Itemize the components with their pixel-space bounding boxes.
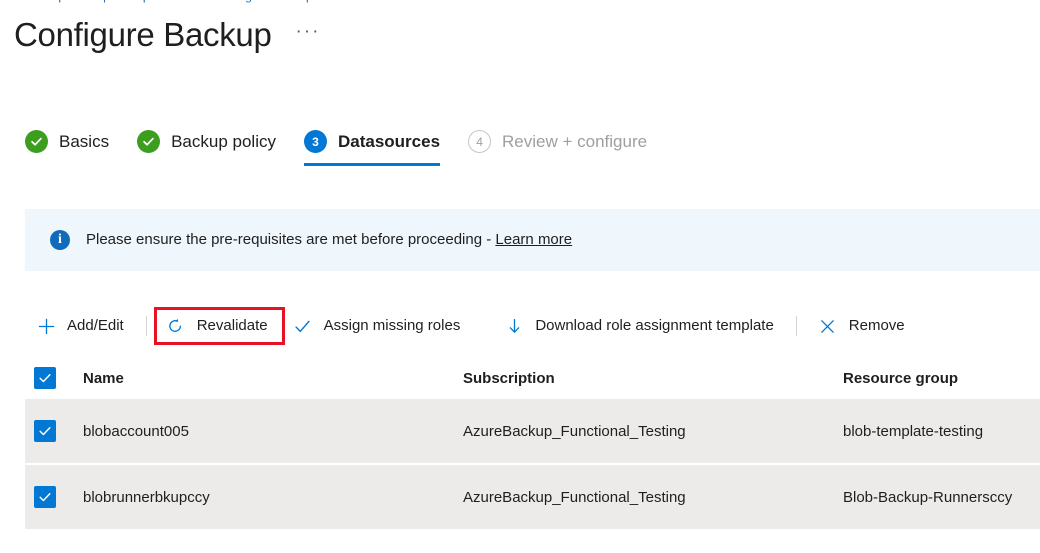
command-label: Remove [849,316,905,336]
info-banner: i Please ensure the pre-requisites are m… [25,209,1040,271]
tab-label: Backup policy [171,131,276,153]
info-banner-text: Please ensure the pre-requisites are met… [86,230,572,250]
plus-icon [37,317,55,335]
toolbar-separator [146,316,147,336]
cell-subscription: AzureBackup_Functional_Testing [463,489,843,506]
select-all-checkbox[interactable] [34,367,56,389]
download-role-assignment-template-button[interactable]: Download role assignment template [493,308,785,344]
info-icon: i [50,230,70,250]
revalidate-button[interactable]: Revalidate [157,310,282,342]
command-label: Revalidate [197,316,268,336]
tab-basics[interactable]: Basics [25,130,123,166]
command-label: Add/Edit [67,316,124,336]
download-arrow-icon [505,317,523,335]
command-toolbar: Add/Edit Revalidate Assign missing roles… [25,305,1040,347]
tab-review-configure[interactable]: 4 Review + configure [454,130,661,166]
page-header: Configure Backup ··· [14,14,325,56]
active-tab-underline [304,163,440,166]
cell-name: blobrunnerbkupccy [83,489,463,506]
datasources-table: Name Subscription Resource group blobacc… [25,357,1040,553]
add-edit-button[interactable]: Add/Edit [25,308,136,344]
cell-subscription: AzureBackup_Functional_Testing [463,423,843,440]
table-row[interactable]: blobaccount005 AzureBackup_Functional_Te… [25,399,1040,465]
refresh-icon [167,317,185,335]
breadcrumb[interactable]: Backup vaults | Backup instances > Confi… [25,0,625,3]
page-title: Configure Backup [14,14,272,56]
row-select-cell [25,420,83,442]
command-label: Download role assignment template [535,316,773,336]
remove-button[interactable]: Remove [807,308,917,344]
row-select-cell [25,486,83,508]
check-circle-icon [137,130,160,153]
row-checkbox[interactable] [34,420,56,442]
check-circle-icon [25,130,48,153]
learn-more-link[interactable]: Learn more [495,231,572,248]
column-header-name[interactable]: Name [83,370,463,387]
close-x-icon [819,317,837,335]
cell-resource-group: blob-template-testing [843,423,1040,440]
tab-label: Basics [59,131,109,153]
more-options-icon[interactable]: ··· [292,21,325,49]
step-number-badge: 4 [468,130,491,153]
table-header-row: Name Subscription Resource group [25,357,1040,399]
row-checkbox[interactable] [34,486,56,508]
cell-name: blobaccount005 [83,423,463,440]
table-row[interactable]: blobrunnerbkupccy AzureBackup_Functional… [25,465,1040,531]
tab-label: Review + configure [502,131,647,153]
command-label: Assign missing roles [324,316,461,336]
tab-datasources[interactable]: 3 Datasources [290,130,454,166]
select-all-cell [25,367,83,389]
column-header-resource-group[interactable]: Resource group [843,370,1040,387]
checkmark-icon [294,317,312,335]
tab-label: Datasources [338,131,440,153]
cell-resource-group: Blob-Backup-Runnersccy [843,489,1040,506]
tab-backup-policy[interactable]: Backup policy [123,130,290,166]
column-header-subscription[interactable]: Subscription [463,370,843,387]
toolbar-separator [796,316,797,336]
step-number-badge: 3 [304,130,327,153]
info-banner-message: Please ensure the pre-requisites are met… [86,231,495,248]
wizard-tab-list: Basics Backup policy 3 Datasources 4 Rev… [25,130,661,166]
assign-missing-roles-button[interactable]: Assign missing roles [282,308,473,344]
